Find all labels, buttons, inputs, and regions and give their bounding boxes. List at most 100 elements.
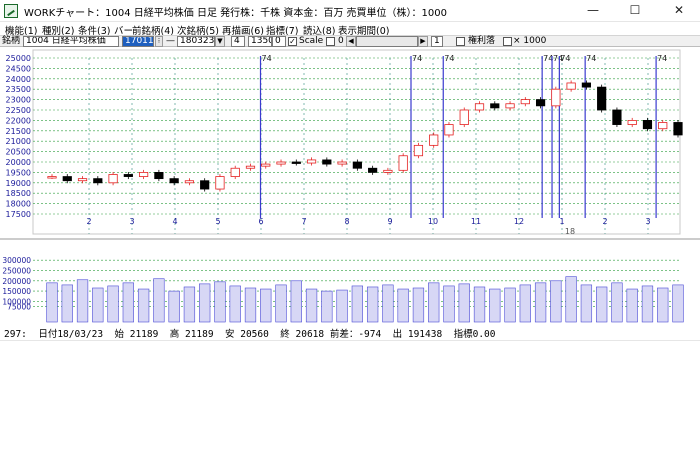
volume-bar bbox=[107, 285, 119, 323]
candle-body bbox=[352, 161, 362, 169]
candle-body bbox=[673, 122, 683, 136]
candle-body bbox=[93, 178, 103, 184]
candle-body bbox=[551, 88, 561, 107]
volume-bar bbox=[61, 284, 73, 323]
bottom-pane bbox=[0, 340, 700, 475]
candle-body bbox=[505, 103, 515, 109]
chart-canvas[interactable]: 2500024500240002350023000225002200021500… bbox=[0, 48, 700, 323]
volume-bar bbox=[458, 283, 470, 323]
volume-bar bbox=[428, 282, 440, 323]
volume-bar bbox=[122, 282, 134, 323]
candle-body bbox=[474, 103, 485, 111]
start-date-spin-icon[interactable]: ⁝ bbox=[155, 36, 163, 47]
volume-bar bbox=[305, 288, 318, 323]
candle-body bbox=[230, 167, 240, 177]
candle-body bbox=[291, 161, 301, 164]
zero-label: 0 bbox=[338, 36, 344, 46]
candle-body bbox=[245, 165, 256, 169]
candle-body bbox=[398, 155, 408, 171]
chart-window-icon bbox=[4, 4, 18, 18]
price-tick-label: 24500 bbox=[6, 64, 31, 73]
volume-bar bbox=[397, 288, 409, 323]
price-tick-label: 21500 bbox=[6, 127, 31, 136]
candle-body bbox=[108, 174, 118, 184]
volume-bar bbox=[519, 284, 531, 323]
stock-code-field[interactable]: 1004 日経平均株価 bbox=[23, 36, 119, 47]
month-tick-label: 12 bbox=[514, 217, 524, 226]
end-date-field[interactable]: 180323 bbox=[177, 36, 215, 47]
volume-bar bbox=[46, 282, 58, 323]
volume-bar bbox=[351, 285, 364, 323]
maximize-icon[interactable]: ☐ bbox=[618, 0, 652, 22]
count-field[interactable]: 1350 bbox=[248, 36, 272, 47]
scroll-right-icon[interactable]: ▶ bbox=[418, 36, 428, 47]
menu-bar: 機能(1) 種別(2) 条件(3) バー 前銘柄(4) 次銘柄(5) 再描画(6… bbox=[0, 22, 700, 37]
volume-bar bbox=[366, 286, 379, 323]
month-tick-label: 9 bbox=[387, 217, 392, 226]
candle-body bbox=[429, 134, 439, 146]
year-label: 18 bbox=[565, 227, 575, 236]
month-tick-label: 1 bbox=[559, 217, 564, 226]
scale-checkbox[interactable]: ✓ bbox=[288, 37, 297, 46]
volume-bar bbox=[473, 286, 486, 323]
price-tick-label: 23000 bbox=[6, 96, 31, 105]
candle-body bbox=[459, 109, 469, 125]
candle-body bbox=[520, 99, 530, 105]
candle-body bbox=[444, 124, 454, 136]
volume-bar bbox=[626, 288, 638, 323]
page-field[interactable]: 1 bbox=[431, 36, 443, 47]
volume-bar bbox=[596, 286, 608, 323]
candle-body bbox=[337, 161, 347, 165]
minimize-icon[interactable]: — bbox=[576, 0, 610, 22]
candle-body bbox=[658, 122, 668, 130]
volume-tick-label: 200000 bbox=[2, 277, 31, 286]
volume-bar bbox=[168, 290, 180, 323]
status-line: 297: 日付18/03/23 始 21189 高 21189 安 20560 … bbox=[4, 329, 496, 340]
volume-bar bbox=[534, 282, 547, 323]
price-tick-label: 23500 bbox=[6, 85, 31, 94]
start-date-field[interactable]: 170111 bbox=[122, 36, 154, 47]
event-label: 74 bbox=[262, 54, 272, 63]
price-tick-label: 20000 bbox=[6, 158, 31, 167]
close-icon[interactable]: ✕ bbox=[662, 0, 696, 22]
zero-checkbox[interactable] bbox=[326, 37, 335, 46]
chart-area[interactable]: 25000 24500 24000 23500 23000 22500 22000 21500… bbox=[0, 48, 700, 323]
multiplier-checkbox[interactable] bbox=[503, 37, 512, 46]
candle-body bbox=[139, 172, 149, 177]
month-tick-label: 2 bbox=[602, 217, 607, 226]
month-tick-label: 5 bbox=[215, 217, 220, 226]
volume-tick-label: 250000 bbox=[2, 266, 31, 275]
month-tick-label: 3 bbox=[645, 217, 650, 226]
candle-body bbox=[200, 180, 210, 190]
price-tick-label: 21000 bbox=[6, 137, 31, 146]
month-tick-label: 11 bbox=[471, 217, 481, 226]
span-field[interactable]: 4 bbox=[231, 36, 245, 47]
volume-bar bbox=[92, 287, 104, 323]
volume-bar bbox=[580, 284, 593, 323]
end-date-dropdown-icon[interactable]: ▼ bbox=[215, 36, 225, 47]
candle-body bbox=[490, 103, 500, 109]
volume-bar bbox=[290, 280, 302, 323]
scale-label: Scale bbox=[299, 36, 324, 46]
volume-bar bbox=[229, 285, 241, 323]
scroll-left-icon[interactable]: ◀ bbox=[346, 36, 356, 47]
toolbar: 銘柄 1004 日経平均株価 170111 ⁝ — 180323 ▼ 4 135… bbox=[0, 35, 700, 47]
candle-body bbox=[642, 120, 653, 130]
rights-checkbox[interactable] bbox=[456, 37, 465, 46]
month-tick-label: 7 bbox=[301, 217, 306, 226]
scroll-track[interactable] bbox=[356, 36, 418, 47]
volume-bar bbox=[504, 287, 516, 323]
price-panel-frame bbox=[32, 49, 681, 235]
candle-body bbox=[383, 169, 393, 173]
candle-body bbox=[535, 99, 546, 107]
volume-bar bbox=[137, 288, 150, 323]
candle-body bbox=[184, 180, 195, 184]
candle-body bbox=[261, 163, 271, 167]
volume-bar bbox=[565, 276, 577, 323]
offset-field[interactable]: 0 bbox=[272, 36, 286, 47]
volume-bar bbox=[199, 283, 211, 323]
candle-body bbox=[368, 167, 378, 173]
volume-bar bbox=[336, 289, 348, 323]
volume-bar bbox=[672, 284, 684, 323]
candle-body bbox=[154, 172, 164, 180]
